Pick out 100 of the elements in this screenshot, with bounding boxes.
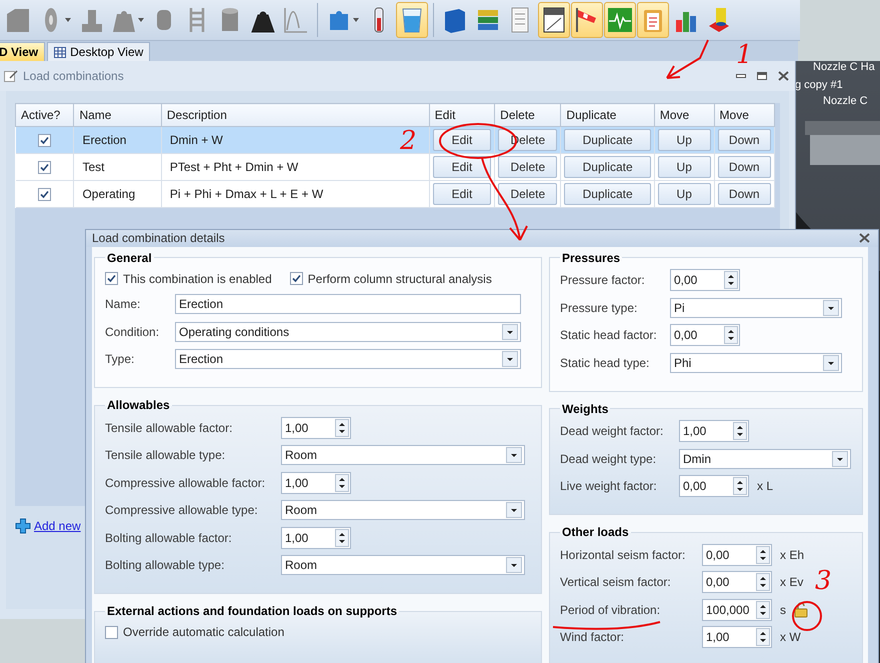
spin-arrows-icon	[756, 546, 770, 564]
number-field[interactable]: 0,00	[702, 544, 772, 566]
ecg-icon	[607, 6, 633, 34]
dropdown-field[interactable]: Pi	[670, 298, 842, 318]
checkbox-label: Perform column structural analysis	[308, 272, 492, 286]
checkbox[interactable]	[290, 272, 303, 285]
group-title: Allowables	[106, 398, 171, 412]
checkbox[interactable]	[105, 272, 118, 285]
number-field[interactable]: 1,00	[281, 416, 351, 439]
up-button[interactable]: Up	[658, 156, 711, 178]
group-title: General	[106, 250, 153, 264]
minimize-icon	[736, 74, 746, 78]
view-tab[interactable]: D View	[0, 42, 46, 61]
dropdown-field[interactable]: Room	[281, 445, 525, 466]
field-label: Wind factor:	[560, 630, 626, 644]
window-title: Load combinations	[23, 69, 125, 83]
column-header: Duplicate	[560, 104, 654, 126]
caret-icon	[138, 18, 144, 22]
spin-arrows-icon	[335, 418, 349, 437]
table-row[interactable]: Test PTest + Pht + Dmin + W Edit Delete Duplicate Up Down	[16, 154, 774, 180]
field-label: Dead weight type:	[560, 452, 658, 466]
dropdown-field[interactable]: Erection	[175, 349, 521, 370]
field-label: Live weight factor:	[560, 479, 658, 494]
spin-arrows-icon	[733, 422, 747, 440]
checkbox[interactable]	[38, 188, 51, 202]
table-cell-text: PTest + Pht + Dmin + W	[168, 160, 298, 174]
spin-arrows-icon	[724, 326, 738, 344]
edit-button[interactable]: Edit	[432, 129, 492, 151]
field-label: Bolting allowable type:	[105, 558, 226, 572]
dropdown-field[interactable]: Room	[281, 555, 525, 576]
field-label: Static head type:	[560, 356, 650, 370]
number-field[interactable]: 100,000	[702, 598, 772, 621]
unit-label: x Eh	[780, 548, 804, 562]
checkbox-label: Override automatic calculation	[123, 625, 284, 639]
unit-label: x Ev	[780, 575, 804, 590]
add-new-link[interactable]: Add new	[34, 519, 81, 533]
edit-button[interactable]: Edit	[432, 156, 492, 178]
column-header: Delete	[494, 104, 561, 126]
field-label: Pressure factor:	[560, 273, 646, 288]
field-label: Period of vibration:	[560, 602, 662, 617]
scene-label: Nozzle C Ha	[813, 61, 875, 73]
text-field[interactable]: Erection	[175, 294, 521, 314]
up-button[interactable]: Up	[658, 183, 711, 205]
field-label: Compressive allowable type:	[105, 503, 259, 518]
maximize-button[interactable]	[754, 69, 770, 83]
field-label: Tensile allowable factor:	[105, 420, 234, 435]
checkbox[interactable]	[105, 626, 118, 638]
column-header: Description	[161, 104, 430, 126]
delete-button[interactable]: Delete	[498, 156, 558, 178]
maximize-icon	[757, 72, 767, 80]
spin-arrows-icon	[756, 628, 770, 646]
number-field[interactable]: 1,00	[281, 472, 351, 494]
checkbox-label: This combination is enabled	[123, 272, 272, 286]
annotation-arrow	[666, 39, 709, 79]
toolbar-button[interactable]	[538, 2, 570, 38]
group-title: Pressures	[561, 250, 622, 264]
curve-icon	[283, 6, 309, 34]
dropdown-field[interactable]: Phi	[670, 352, 842, 373]
table-cell-text: Pi + Phi + Dmax + L + E + W	[168, 187, 324, 201]
number-field[interactable]: 1,00	[281, 526, 351, 549]
number-field[interactable]: 1,00	[702, 626, 772, 648]
plus-icon	[15, 518, 31, 534]
checkbox[interactable]	[38, 161, 51, 174]
number-field[interactable]: 1,00	[679, 420, 749, 442]
down-button[interactable]: Down	[718, 183, 771, 205]
duplicate-button[interactable]: Duplicate	[564, 129, 651, 151]
annotation-number: 1	[736, 42, 753, 68]
down-button[interactable]: Down	[718, 129, 771, 151]
toolbar-button[interactable]	[571, 2, 603, 38]
number-field[interactable]: 0,00	[670, 269, 740, 292]
group-title: External actions and foundation loads on supports	[106, 604, 398, 618]
annotation-number: 3	[815, 568, 832, 594]
field-label: Horizontal seism factor:	[560, 548, 686, 562]
field-label: Type:	[105, 352, 136, 366]
edit-button[interactable]: Edit	[432, 183, 492, 205]
checkbox[interactable]	[38, 134, 51, 148]
down-button[interactable]: Down	[718, 156, 771, 178]
group-title: Weights	[561, 402, 610, 416]
grid-icon	[54, 46, 66, 58]
scene-label: Nozzle C	[823, 95, 868, 107]
annotation-circle	[792, 601, 822, 631]
field-label: Tensile allowable type:	[105, 448, 226, 462]
field-label: Compressive allowable factor:	[105, 476, 266, 490]
padlock-icon[interactable]	[794, 602, 808, 618]
dropdown-field[interactable]: Room	[281, 500, 525, 520]
dropdown-field[interactable]: Operating conditions	[175, 322, 521, 342]
delete-button[interactable]: Delete	[498, 183, 558, 205]
duplicate-button[interactable]: Duplicate	[564, 183, 651, 205]
field-label: Bolting allowable factor:	[105, 530, 233, 545]
column-header: Move	[654, 104, 714, 126]
dialog-title: Load combination details	[92, 231, 225, 246]
duplicate-button[interactable]: Duplicate	[564, 156, 651, 178]
dropdown-field[interactable]: Dmin	[679, 448, 851, 469]
number-field[interactable]: 0,00	[679, 475, 749, 498]
number-field[interactable]: 0,00	[702, 571, 772, 594]
number-field[interactable]: 0,00	[670, 324, 740, 346]
table-cell-text: Operating	[81, 187, 136, 201]
up-button[interactable]: Up	[658, 129, 711, 151]
view-tab[interactable]: Desktop View	[47, 42, 150, 61]
table-row[interactable]: Operating Pi + Phi + Dmax + L + E + W Edit Delete Duplicate Up Down	[16, 180, 774, 208]
